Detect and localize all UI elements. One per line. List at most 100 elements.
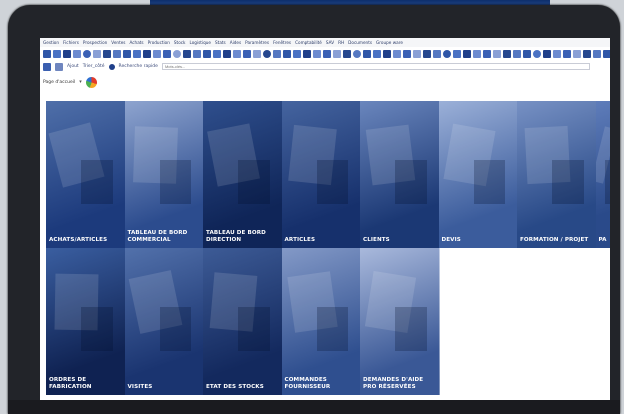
truck-icon[interactable] (423, 50, 431, 58)
calendar-icon[interactable] (173, 50, 181, 58)
menu-item-14[interactable]: RH (338, 40, 344, 45)
undo-icon[interactable] (513, 50, 521, 58)
phone-icon[interactable] (183, 50, 191, 58)
tile-devis[interactable]: DEVIS (438, 101, 518, 248)
user-icon[interactable] (143, 50, 151, 58)
note-icon[interactable] (593, 50, 601, 58)
menu-item-16[interactable]: Groupe ware (376, 40, 403, 45)
menu-item-15[interactable]: Documents (348, 40, 372, 45)
copy-icon[interactable] (283, 50, 291, 58)
tile-demandes-d-aide-pro-r-serv-es[interactable]: DEMANDES D'AIDE PRO RÉSERVÉES (360, 248, 440, 395)
tile-formation-projet[interactable]: FORMATION / PROJET (517, 101, 597, 248)
copy-icon[interactable] (83, 50, 91, 58)
tile-articles[interactable]: ARTICLES (281, 101, 361, 248)
list-icon[interactable] (55, 62, 63, 71)
dropdown-icon[interactable]: ▾ (79, 79, 82, 85)
invoice-icon[interactable] (233, 50, 241, 58)
print-icon[interactable] (73, 50, 81, 58)
menu-item-6[interactable]: Stock (174, 40, 186, 45)
menu-item-0[interactable]: Gestion (43, 40, 59, 45)
mail-icon[interactable] (163, 50, 171, 58)
add-label[interactable]: Ajout (67, 64, 79, 69)
menu-item-1[interactable]: Fichiers (63, 40, 79, 45)
invoice-icon[interactable] (433, 50, 441, 58)
paste-icon[interactable] (493, 50, 501, 58)
user-icon[interactable] (543, 50, 551, 58)
home-page-label[interactable]: Page d'accueil (43, 80, 75, 85)
sort-label[interactable]: Trier_côté (83, 64, 105, 69)
stock-icon[interactable] (413, 50, 421, 58)
user-icon[interactable] (343, 50, 351, 58)
truck-icon[interactable] (223, 50, 231, 58)
find-icon[interactable] (533, 50, 541, 58)
tile-pa[interactable]: PA (595, 101, 610, 248)
copy-icon[interactable] (483, 50, 491, 58)
menu-item-11[interactable]: Fenêtres (273, 40, 291, 45)
search-input[interactable] (161, 63, 590, 70)
menu-item-4[interactable]: Achats (129, 40, 143, 45)
note-icon[interactable] (193, 50, 201, 58)
chart-icon[interactable] (553, 50, 561, 58)
tile-visites[interactable]: VISITES (124, 248, 204, 395)
undo-icon[interactable] (113, 50, 121, 58)
redo-icon[interactable] (523, 50, 531, 58)
menu-item-13[interactable]: SAV (326, 40, 334, 45)
menu-item-12[interactable]: Comptabilité (295, 40, 322, 45)
open-icon[interactable] (253, 50, 261, 58)
calendar-icon[interactable] (573, 50, 581, 58)
tile-clients[interactable]: CLIENTS (360, 101, 440, 248)
tile-image-shadow (81, 159, 113, 204)
new-icon[interactable] (43, 50, 51, 58)
undo-icon[interactable] (313, 50, 321, 58)
note-icon[interactable] (393, 50, 401, 58)
tile-label: TABLEAU DE BORD DIRECTION (206, 230, 266, 243)
tile-etat-des-stocks[interactable]: ETAT DES STOCKS (203, 248, 283, 395)
tile-achats-articles[interactable]: ACHATS/ARTICLES (46, 101, 126, 248)
calendar-icon[interactable] (373, 50, 381, 58)
new-icon[interactable] (443, 50, 451, 58)
chart-icon[interactable] (353, 50, 361, 58)
cut-icon[interactable] (303, 50, 311, 58)
print-icon[interactable] (473, 50, 481, 58)
report-icon[interactable] (403, 50, 411, 58)
tile-tableau-de-bord-direction[interactable]: TABLEAU DE BORD DIRECTION (203, 101, 283, 248)
phone-icon[interactable] (383, 50, 391, 58)
cut-icon[interactable] (503, 50, 511, 58)
redo-icon[interactable] (323, 50, 331, 58)
find-icon[interactable] (133, 50, 141, 58)
redo-icon[interactable] (123, 50, 131, 58)
menu-item-7[interactable]: Logistique (189, 40, 211, 45)
paste-icon[interactable] (293, 50, 301, 58)
save-icon[interactable] (463, 50, 471, 58)
laptop-bezel (8, 400, 620, 414)
menu-item-9[interactable]: Aides (230, 40, 241, 45)
save-icon[interactable] (263, 50, 271, 58)
find-icon[interactable] (333, 50, 341, 58)
app-logo (85, 76, 97, 88)
print-icon[interactable] (273, 50, 281, 58)
mail-icon[interactable] (563, 50, 571, 58)
report-icon[interactable] (203, 50, 211, 58)
tile-ordres-de-fabrication[interactable]: ORDRES DE FABRICATION (46, 248, 126, 395)
menu-item-10[interactable]: Paramètres (245, 40, 269, 45)
tile-tableau-de-bord-commercial[interactable]: TABLEAU DE BORD COMMERCIAL (124, 101, 204, 248)
open-icon[interactable] (453, 50, 461, 58)
phone-icon[interactable] (583, 50, 591, 58)
mail-icon[interactable] (363, 50, 371, 58)
menu-item-5[interactable]: Production (148, 40, 170, 45)
tile-commandes-fournisseur[interactable]: COMMANDES FOURNISSEUR (281, 248, 361, 395)
new-icon[interactable] (243, 50, 251, 58)
paste-icon[interactable] (93, 50, 101, 58)
menu-item-8[interactable]: Stats (215, 40, 226, 45)
tile-image-shadow (159, 306, 192, 351)
report-icon[interactable] (603, 50, 610, 58)
app-screen: Gestion Fichiers Prospection Ventes Achats Pr… (40, 38, 610, 400)
home-icon[interactable] (43, 62, 51, 71)
open-icon[interactable] (53, 50, 61, 58)
cut-icon[interactable] (103, 50, 111, 58)
save-icon[interactable] (63, 50, 71, 58)
stock-icon[interactable] (213, 50, 221, 58)
menu-item-3[interactable]: Ventes (111, 40, 125, 45)
chart-icon[interactable] (153, 50, 161, 58)
menu-item-2[interactable]: Prospection (83, 40, 107, 45)
